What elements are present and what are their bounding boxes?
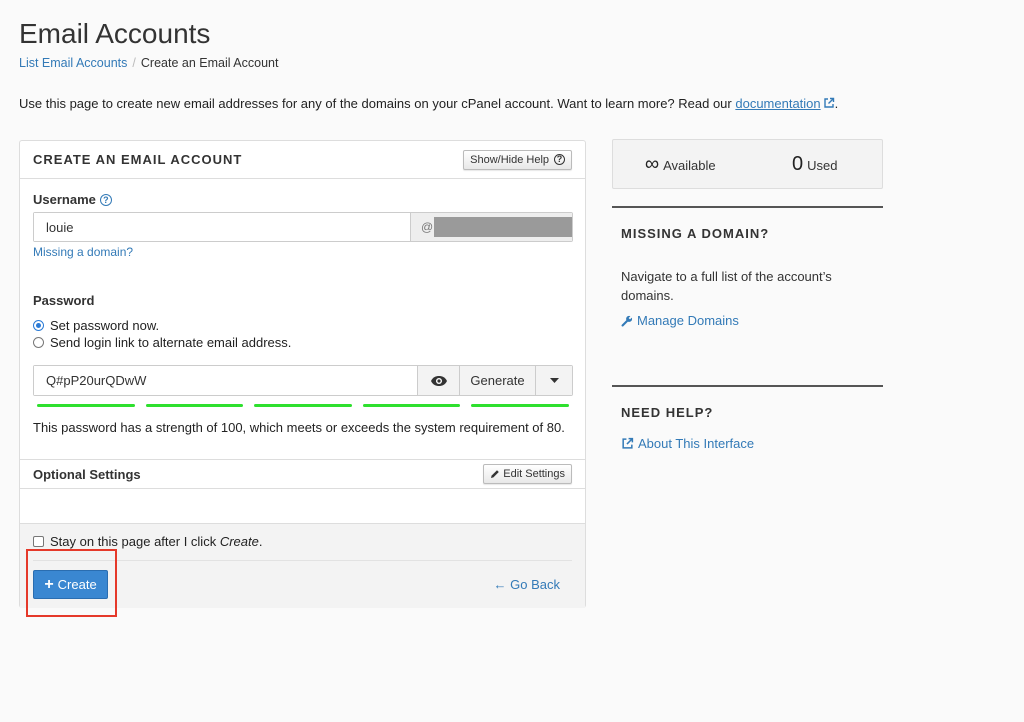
create-button[interactable]: + Create bbox=[33, 570, 108, 599]
breadcrumb: List Email Accounts / Create an Email Acco… bbox=[19, 56, 278, 70]
form-footer: Stay on this page after I click Create. … bbox=[20, 523, 585, 608]
available-label: Available bbox=[663, 157, 716, 173]
password-strength-meter bbox=[37, 404, 569, 407]
show-hide-help-label: Show/Hide Help bbox=[470, 153, 549, 166]
radio-set-password-button[interactable] bbox=[33, 320, 44, 331]
strength-segment bbox=[37, 404, 135, 407]
domain-redacted bbox=[434, 217, 572, 237]
breadcrumb-separator: / bbox=[132, 56, 136, 70]
external-link-icon bbox=[622, 437, 634, 449]
manage-domains-label: Manage Domains bbox=[637, 313, 739, 328]
strength-segment bbox=[362, 404, 461, 407]
used-count: 0 bbox=[792, 152, 804, 175]
external-link-icon bbox=[823, 97, 834, 108]
pencil-icon bbox=[491, 470, 500, 478]
account-usage-stats: ∞ Available 0 Used bbox=[612, 139, 883, 189]
stay-text: Stay on this page after I click bbox=[50, 534, 220, 549]
need-help-heading: NEED HELP? bbox=[621, 405, 714, 420]
page-title: Email Accounts bbox=[19, 18, 211, 49]
manage-domains-link[interactable]: Manage Domains bbox=[621, 313, 874, 328]
show-hide-help-button[interactable]: Show/Hide Help ? bbox=[463, 149, 572, 170]
radio-set-password[interactable]: Set password now. bbox=[33, 318, 159, 333]
infinity-icon: ∞ bbox=[644, 152, 660, 175]
generate-button[interactable]: Generate bbox=[459, 366, 535, 395]
optional-settings-label: Optional Settings bbox=[33, 466, 141, 482]
intro-text: Use this page to create new email addres… bbox=[19, 96, 838, 111]
intro-end: . bbox=[834, 96, 839, 111]
missing-domain-text: Navigate to a full list of the account’s… bbox=[621, 269, 832, 303]
password-label: Password bbox=[33, 293, 95, 308]
strength-segment bbox=[145, 404, 244, 407]
panel-header: CREATE AN EMAIL ACCOUNT Show/Hide Help ? bbox=[20, 141, 585, 179]
breadcrumb-current: Create an Email Account bbox=[140, 56, 279, 70]
radio-send-link-button[interactable] bbox=[33, 337, 44, 348]
documentation-link[interactable]: documentation bbox=[735, 96, 820, 111]
go-back-link[interactable]: ← Go Back bbox=[494, 577, 560, 592]
about-interface-link[interactable]: About This Interface bbox=[621, 436, 874, 451]
username-input[interactable] bbox=[34, 213, 410, 241]
go-back-label: Go Back bbox=[510, 577, 560, 592]
missing-domain-heading: MISSING A DOMAIN? bbox=[621, 226, 770, 241]
used-stat: 0 Used bbox=[748, 153, 883, 176]
password-field-group: Generate bbox=[33, 365, 573, 396]
username-field-group: @ bbox=[33, 212, 573, 242]
strength-segment bbox=[471, 404, 569, 407]
radio-send-link-label: Send login link to alternate email addre… bbox=[50, 335, 292, 350]
plus-icon: + bbox=[44, 575, 54, 593]
eye-icon bbox=[430, 375, 447, 386]
used-label: Used bbox=[807, 157, 838, 173]
stay-on-page-checkbox[interactable] bbox=[33, 536, 44, 547]
intro-body: Use this page to create new email addres… bbox=[19, 96, 736, 111]
stay-on-page-label: Stay on this page after I click Create. bbox=[50, 534, 262, 549]
stay-on-page-option[interactable]: Stay on this page after I click Create. bbox=[33, 534, 262, 549]
caret-down-icon bbox=[549, 378, 559, 383]
strength-segment bbox=[254, 404, 352, 407]
optional-settings-row: Optional Settings Edit Settings bbox=[20, 459, 585, 489]
stay-text-em: Create bbox=[219, 534, 259, 549]
about-interface-label: About This Interface bbox=[638, 436, 755, 451]
radio-set-password-label: Set password now. bbox=[50, 318, 160, 333]
wrench-icon bbox=[621, 315, 633, 326]
password-input[interactable] bbox=[34, 366, 417, 395]
password-strength-text: This password has a strength of 100, whi… bbox=[33, 420, 565, 435]
breadcrumb-list-email-accounts[interactable]: List Email Accounts bbox=[19, 56, 127, 70]
show-password-button[interactable] bbox=[417, 366, 459, 395]
generate-options-dropdown[interactable] bbox=[535, 366, 572, 395]
arrow-left-icon: ← bbox=[493, 577, 507, 592]
available-stat: ∞ Available bbox=[613, 153, 748, 176]
edit-settings-button[interactable]: Edit Settings bbox=[483, 464, 572, 484]
create-email-panel: CREATE AN EMAIL ACCOUNT Show/Hide Help ?… bbox=[19, 140, 586, 608]
need-help-section: NEED HELP? About This Interface bbox=[612, 385, 883, 465]
at-sign: @ bbox=[421, 220, 434, 234]
edit-settings-label: Edit Settings bbox=[503, 468, 565, 480]
stay-text-end: . bbox=[258, 534, 263, 549]
help-icon[interactable]: ? bbox=[99, 194, 112, 206]
question-icon: ? bbox=[554, 154, 565, 165]
footer-divider bbox=[33, 560, 572, 561]
create-label: Create bbox=[57, 577, 97, 592]
missing-domain-link[interactable]: Missing a domain? bbox=[33, 245, 133, 259]
radio-send-link[interactable]: Send login link to alternate email addre… bbox=[33, 335, 291, 350]
domain-select[interactable]: @ bbox=[410, 213, 572, 241]
panel-title: CREATE AN EMAIL ACCOUNT bbox=[33, 152, 243, 167]
username-label-text: Username bbox=[33, 192, 96, 207]
missing-domain-section: MISSING A DOMAIN? Navigate to a full lis… bbox=[612, 206, 883, 356]
username-label: Username? bbox=[33, 192, 112, 207]
